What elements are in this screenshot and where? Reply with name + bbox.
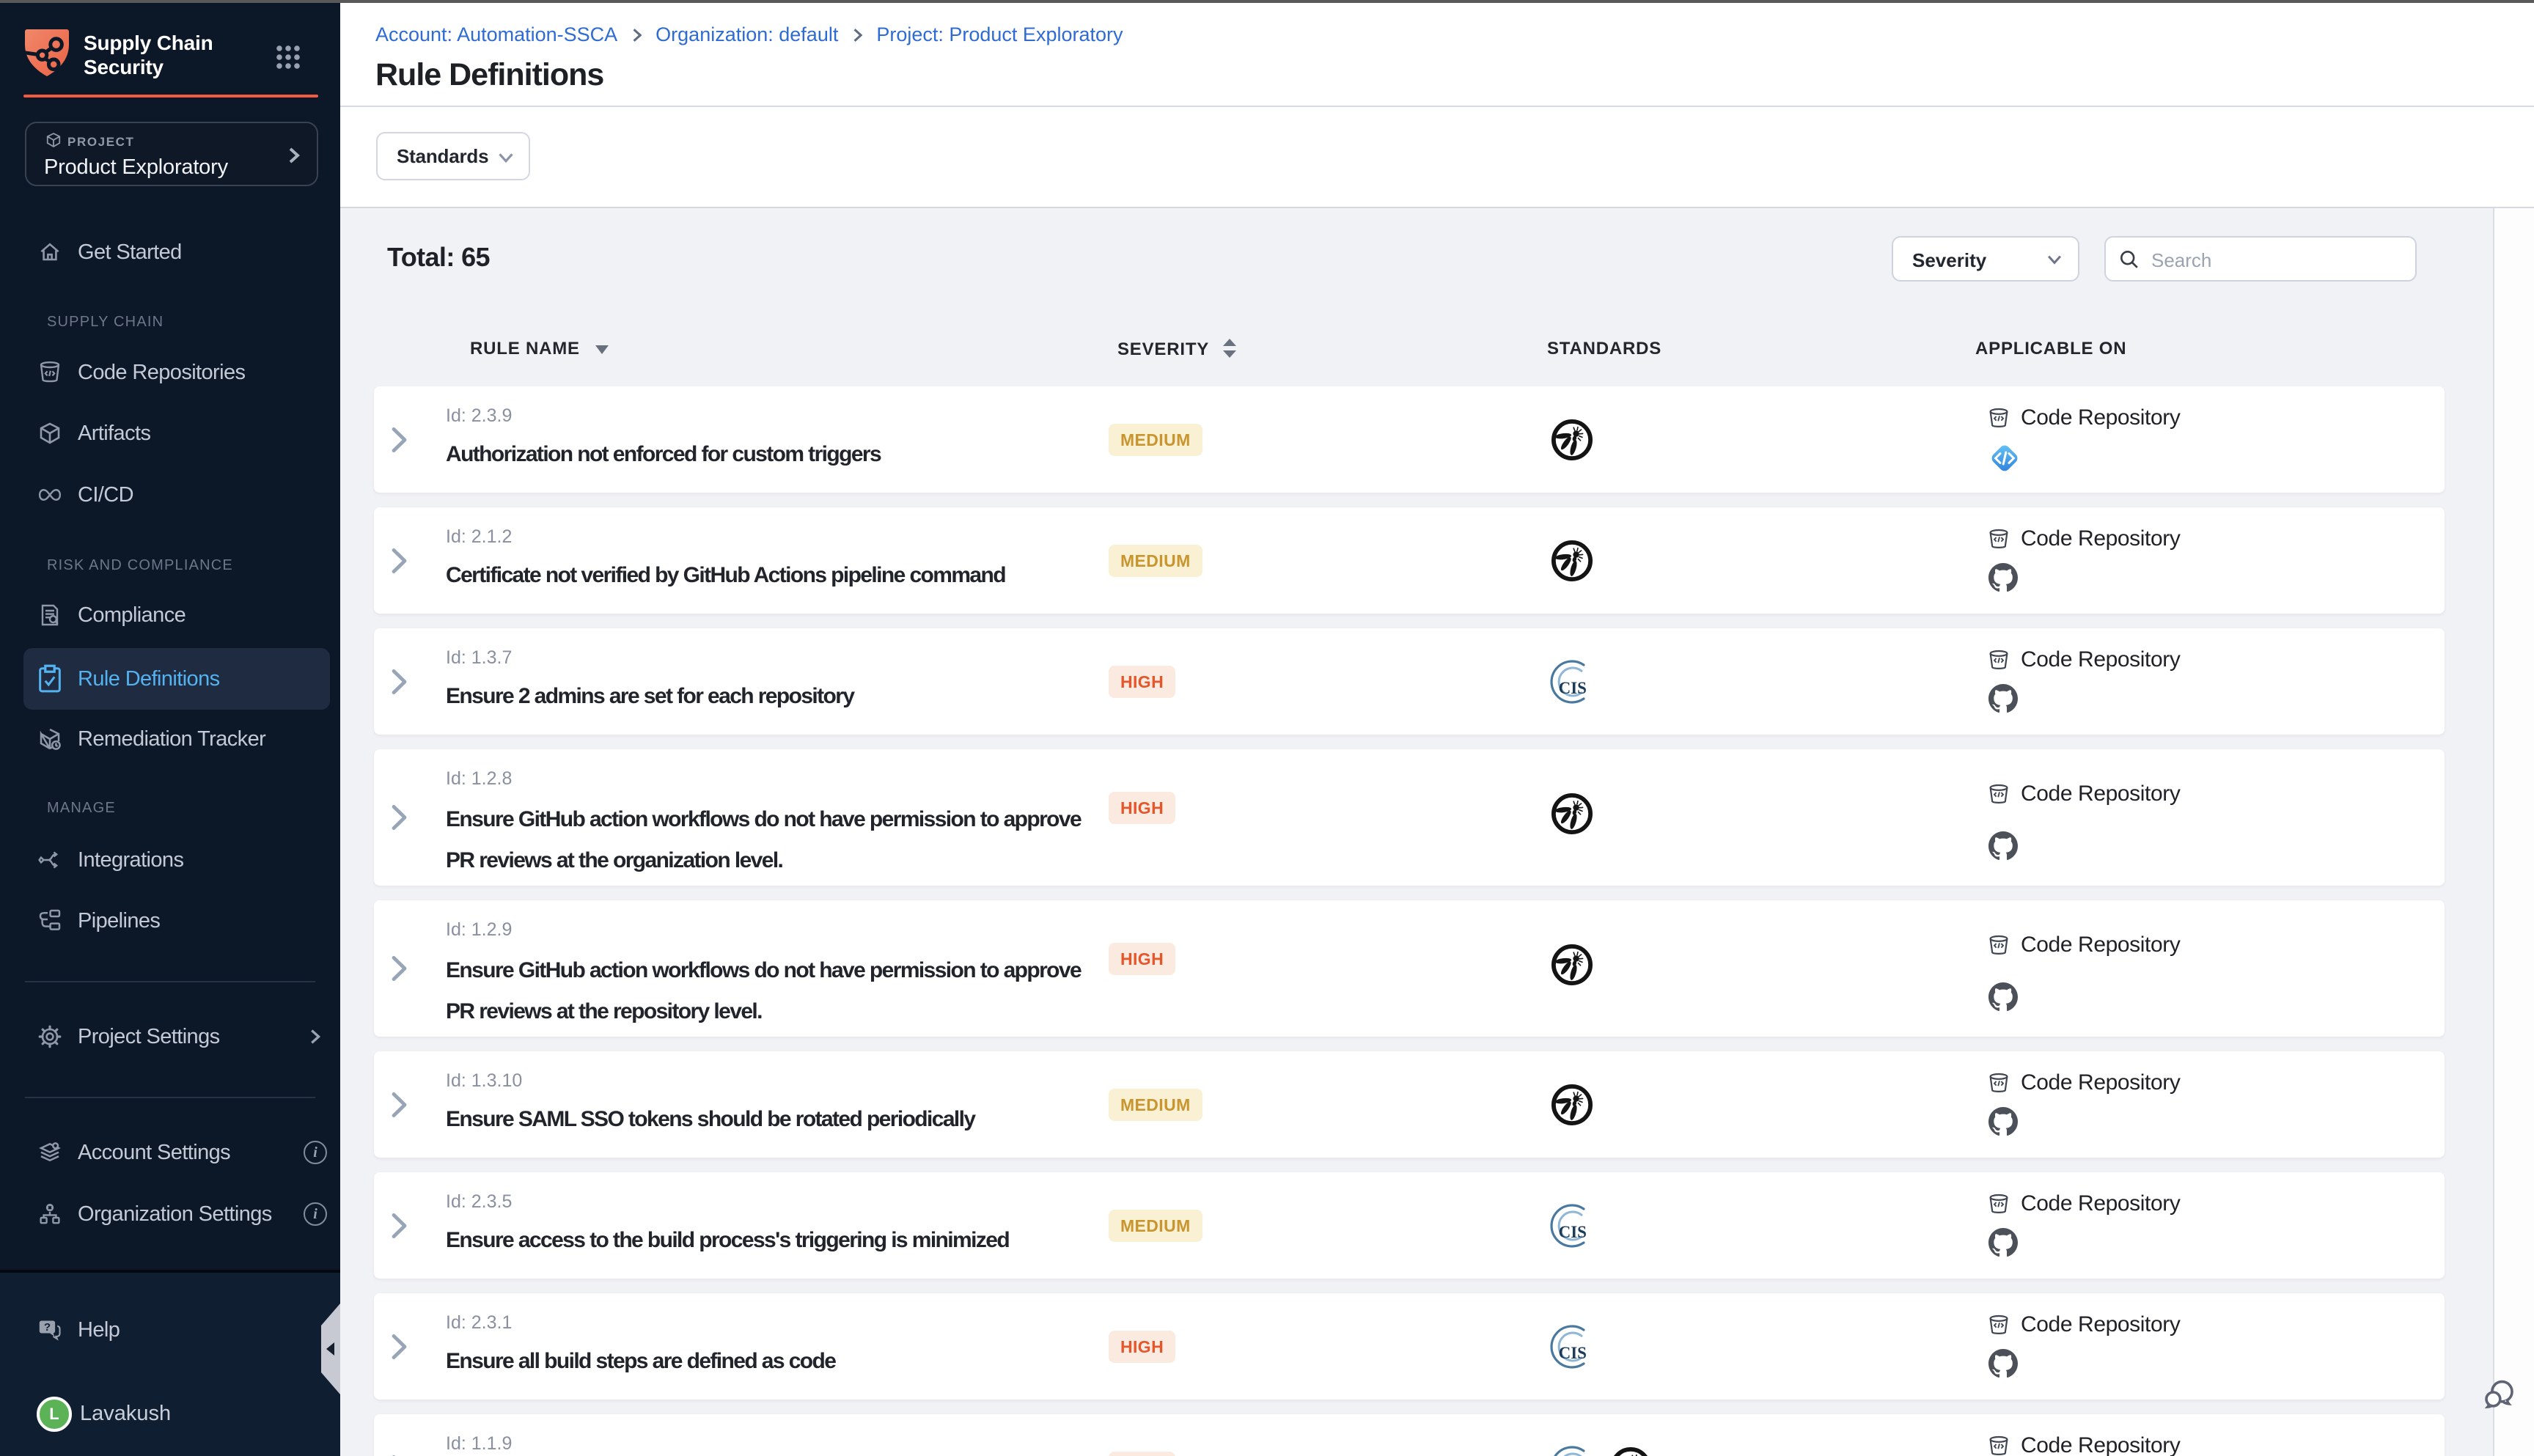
svg-text:?: ? (44, 1321, 51, 1334)
